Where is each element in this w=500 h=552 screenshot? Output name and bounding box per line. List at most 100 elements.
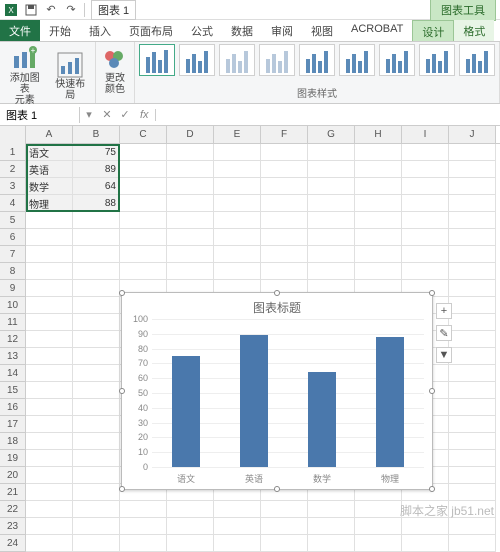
chart-style-1[interactable] <box>139 44 175 76</box>
bar-物理[interactable] <box>376 337 404 467</box>
row-header-16[interactable]: 16 <box>0 399 26 416</box>
row-header-9[interactable]: 9 <box>0 280 26 297</box>
cell-F3[interactable] <box>261 178 308 195</box>
cell-A7[interactable] <box>26 246 73 263</box>
cell-D3[interactable] <box>167 178 214 195</box>
cell-A1[interactable]: 语文 <box>26 144 73 161</box>
embedded-chart[interactable]: 图表标题 0102030405060708090100 语文英语数学物理 + ✎… <box>121 292 433 490</box>
cell-F23[interactable] <box>261 518 308 535</box>
cell-J15[interactable] <box>449 382 496 399</box>
select-all-corner[interactable] <box>0 126 26 144</box>
tab-insert[interactable]: 插入 <box>80 20 120 41</box>
cell-E2[interactable] <box>214 161 261 178</box>
chart-bars[interactable] <box>152 319 424 467</box>
cell-B22[interactable] <box>73 501 120 518</box>
cell-F1[interactable] <box>261 144 308 161</box>
cell-J16[interactable] <box>449 399 496 416</box>
fx-label[interactable]: fx <box>134 109 156 121</box>
chart-styles-gallery[interactable] <box>139 44 495 76</box>
tab-data[interactable]: 数据 <box>222 20 262 41</box>
cell-A9[interactable] <box>26 280 73 297</box>
cell-I1[interactable] <box>402 144 449 161</box>
cell-J20[interactable] <box>449 467 496 484</box>
cell-J5[interactable] <box>449 212 496 229</box>
spreadsheet-grid[interactable]: ABCDEFGHIJ 1语文752英语893数学644物理88567891011… <box>0 126 500 552</box>
cell-H4[interactable] <box>355 195 402 212</box>
cell-B17[interactable] <box>73 416 120 433</box>
redo-icon[interactable]: ↷ <box>64 3 78 17</box>
cell-A11[interactable] <box>26 314 73 331</box>
cell-J3[interactable] <box>449 178 496 195</box>
row-header-3[interactable]: 3 <box>0 178 26 195</box>
cell-B23[interactable] <box>73 518 120 535</box>
cell-D6[interactable] <box>167 229 214 246</box>
cell-J17[interactable] <box>449 416 496 433</box>
cell-C8[interactable] <box>120 263 167 280</box>
col-header-B[interactable]: B <box>73 126 120 144</box>
row-header-6[interactable]: 6 <box>0 229 26 246</box>
cell-A18[interactable] <box>26 433 73 450</box>
row-header-11[interactable]: 11 <box>0 314 26 331</box>
cell-I4[interactable] <box>402 195 449 212</box>
cell-B14[interactable] <box>73 365 120 382</box>
tab-home[interactable]: 开始 <box>40 20 80 41</box>
row-header-2[interactable]: 2 <box>0 161 26 178</box>
tab-view[interactable]: 视图 <box>302 20 342 41</box>
cell-B15[interactable] <box>73 382 120 399</box>
bar-数学[interactable] <box>308 372 336 467</box>
cell-B13[interactable] <box>73 348 120 365</box>
cell-A16[interactable] <box>26 399 73 416</box>
col-header-A[interactable]: A <box>26 126 73 144</box>
cell-B1[interactable]: 75 <box>73 144 120 161</box>
cell-J1[interactable] <box>449 144 496 161</box>
bar-语文[interactable] <box>172 356 200 467</box>
chart-style-2[interactable] <box>179 44 215 76</box>
row-header-14[interactable]: 14 <box>0 365 26 382</box>
cell-F4[interactable] <box>261 195 308 212</box>
tab-review[interactable]: 审阅 <box>262 20 302 41</box>
col-header-F[interactable]: F <box>261 126 308 144</box>
cell-A15[interactable] <box>26 382 73 399</box>
row-header-17[interactable]: 17 <box>0 416 26 433</box>
cell-B16[interactable] <box>73 399 120 416</box>
cell-J10[interactable] <box>449 297 496 314</box>
cell-G4[interactable] <box>308 195 355 212</box>
quick-layout-button[interactable]: 快速布局 <box>50 50 92 103</box>
cell-B7[interactable] <box>73 246 120 263</box>
cell-D7[interactable] <box>167 246 214 263</box>
chart-style-6[interactable] <box>339 44 375 76</box>
cell-I24[interactable] <box>402 535 449 552</box>
cell-J6[interactable] <box>449 229 496 246</box>
cell-I23[interactable] <box>402 518 449 535</box>
cell-G1[interactable] <box>308 144 355 161</box>
cell-A8[interactable] <box>26 263 73 280</box>
row-header-20[interactable]: 20 <box>0 467 26 484</box>
cancel-icon[interactable]: ✕ <box>98 108 116 121</box>
cell-B20[interactable] <box>73 467 120 484</box>
cell-H7[interactable] <box>355 246 402 263</box>
cell-A24[interactable] <box>26 535 73 552</box>
cell-G24[interactable] <box>308 535 355 552</box>
col-header-G[interactable]: G <box>308 126 355 144</box>
plot-area[interactable]: 0102030405060708090100 <box>152 319 424 467</box>
cell-J11[interactable] <box>449 314 496 331</box>
cell-D1[interactable] <box>167 144 214 161</box>
row-header-12[interactable]: 12 <box>0 331 26 348</box>
col-header-J[interactable]: J <box>449 126 496 144</box>
cell-H22[interactable] <box>355 501 402 518</box>
cell-E23[interactable] <box>214 518 261 535</box>
cell-B10[interactable] <box>73 297 120 314</box>
cell-D2[interactable] <box>167 161 214 178</box>
cell-G6[interactable] <box>308 229 355 246</box>
cell-C22[interactable] <box>120 501 167 518</box>
row-header-5[interactable]: 5 <box>0 212 26 229</box>
cell-A21[interactable] <box>26 484 73 501</box>
cell-J9[interactable] <box>449 280 496 297</box>
chart-styles-button[interactable]: ✎ <box>436 325 452 341</box>
cell-C1[interactable] <box>120 144 167 161</box>
cell-F7[interactable] <box>261 246 308 263</box>
namebox-dropdown-icon[interactable]: ▾ <box>80 108 98 121</box>
cell-B2[interactable]: 89 <box>73 161 120 178</box>
cell-A10[interactable] <box>26 297 73 314</box>
cell-E22[interactable] <box>214 501 261 518</box>
